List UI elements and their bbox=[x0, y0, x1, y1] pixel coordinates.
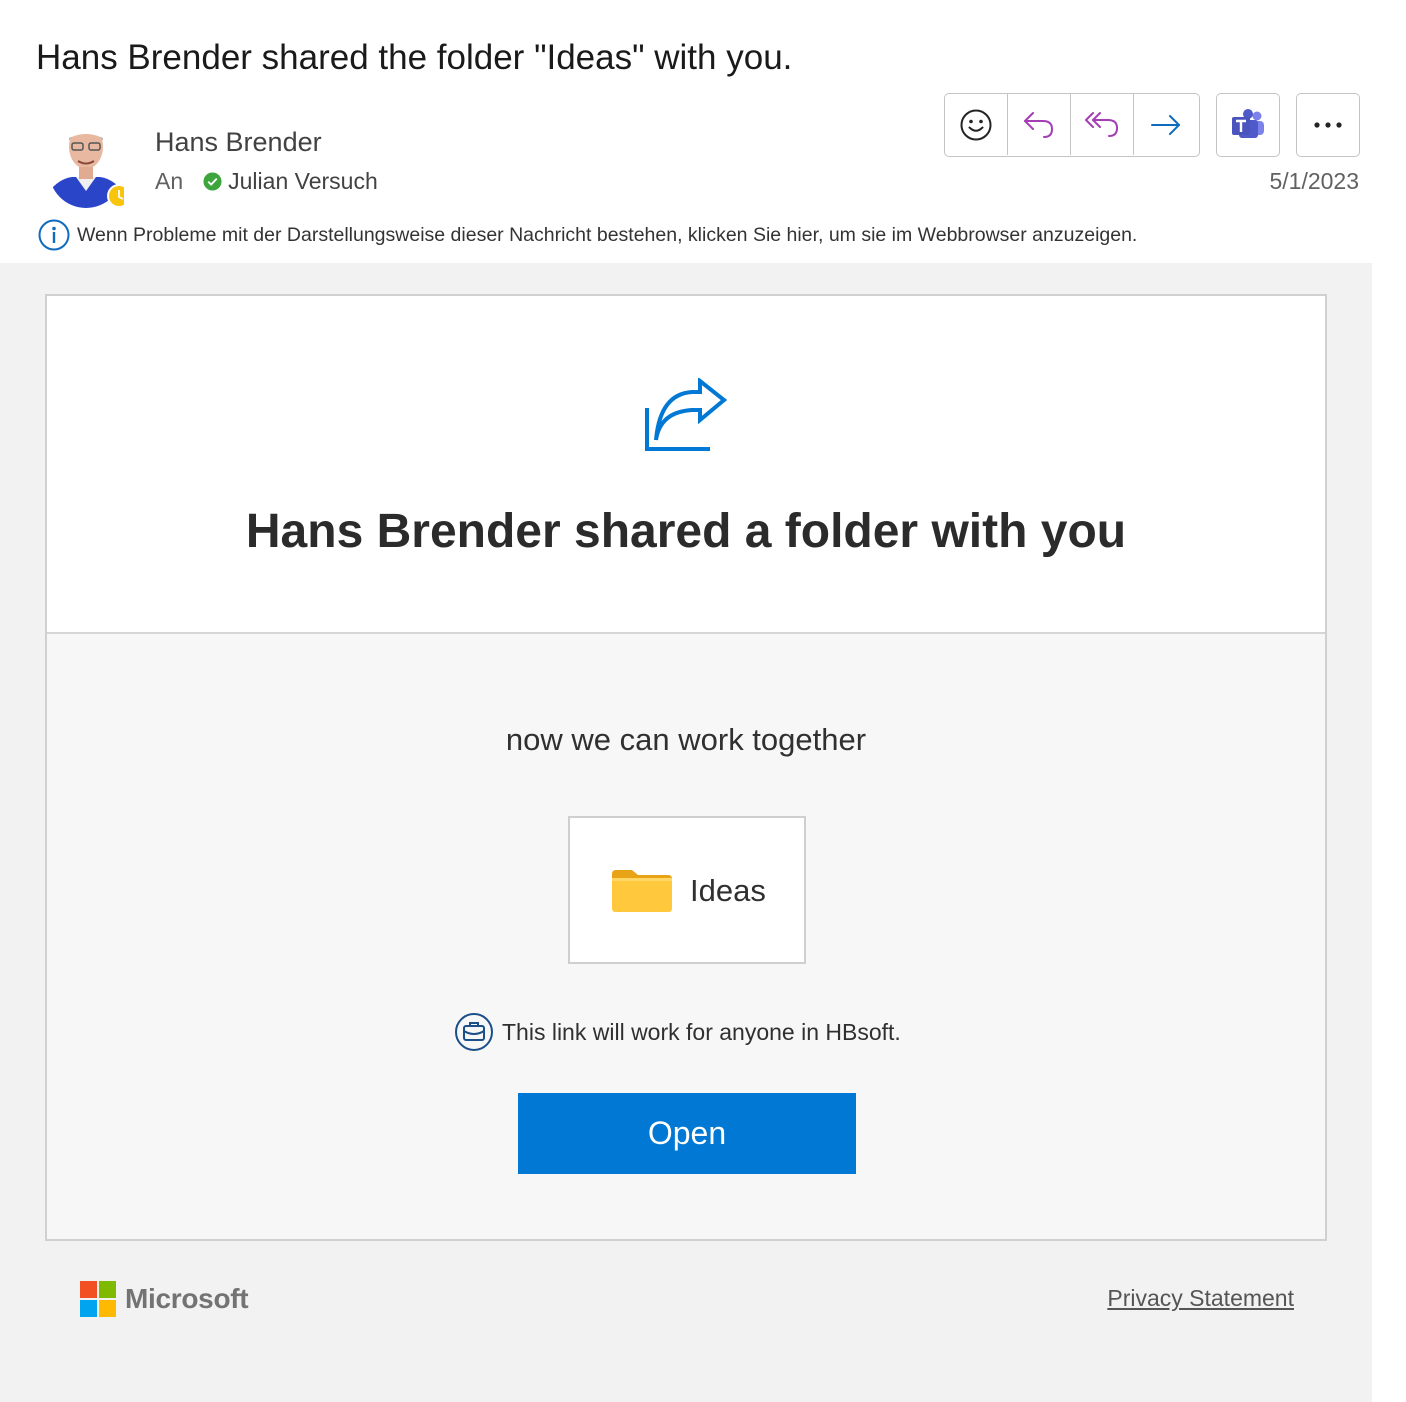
email-body: Hans Brender shared a folder with you no… bbox=[0, 263, 1372, 1402]
more-actions-button[interactable] bbox=[1297, 94, 1359, 155]
microsoft-logo: Microsoft bbox=[80, 1281, 249, 1317]
recipient-row: An Julian Versuch bbox=[155, 168, 378, 195]
react-button[interactable] bbox=[945, 94, 1008, 155]
email-subject: Hans Brender shared the folder "Ideas" w… bbox=[36, 38, 793, 77]
share-message: now we can work together bbox=[505, 722, 867, 757]
card-title: Hans Brender shared a folder with you bbox=[245, 505, 1127, 558]
more-actions-group bbox=[1296, 93, 1360, 157]
info-bar[interactable]: Wenn Probleme mit der Darstellungsweise … bbox=[38, 219, 1137, 251]
recipient-name[interactable]: Julian Versuch bbox=[228, 168, 378, 195]
folder-tile[interactable]: Ideas bbox=[568, 816, 806, 964]
presence-available-icon bbox=[203, 172, 222, 191]
info-icon bbox=[38, 219, 70, 251]
open-button[interactable]: Open bbox=[518, 1093, 856, 1174]
organization-briefcase-icon bbox=[455, 1013, 493, 1051]
more-icon bbox=[1314, 121, 1342, 128]
link-scope-note: This link will work for anyone in HBsoft… bbox=[454, 1012, 901, 1052]
message-actions-group bbox=[944, 93, 1200, 157]
link-scope-text: This link will work for anyone in HBsoft… bbox=[502, 1018, 901, 1045]
reply-button[interactable] bbox=[1008, 94, 1071, 155]
teams-chat-button[interactable] bbox=[1217, 94, 1279, 155]
microsoft-wordmark: Microsoft bbox=[125, 1283, 249, 1314]
teams-icon bbox=[1232, 108, 1264, 138]
forward-button[interactable] bbox=[1134, 94, 1197, 155]
to-label: An bbox=[155, 168, 184, 194]
sender-name[interactable]: Hans Brender bbox=[155, 127, 322, 158]
share-card-header: Hans Brender shared a folder with you bbox=[47, 296, 1325, 634]
reply-all-icon bbox=[1085, 111, 1119, 137]
received-date: 5/1/2023 bbox=[1269, 168, 1359, 194]
reply-icon bbox=[1024, 111, 1054, 138]
smiley-icon bbox=[960, 109, 992, 140]
forward-icon bbox=[1150, 114, 1180, 135]
folder-name[interactable]: Ideas bbox=[690, 873, 766, 909]
privacy-statement-link[interactable]: Privacy Statement bbox=[1107, 1285, 1294, 1312]
teams-button-group bbox=[1216, 93, 1280, 157]
info-bar-text[interactable]: Wenn Probleme mit der Darstellungsweise … bbox=[77, 224, 1137, 247]
sender-avatar[interactable] bbox=[48, 113, 131, 209]
folder-icon bbox=[612, 870, 672, 912]
share-icon bbox=[645, 378, 728, 451]
reply-all-button[interactable] bbox=[1071, 94, 1134, 155]
microsoft-logo-icon bbox=[80, 1281, 116, 1317]
share-card: Hans Brender shared a folder with you no… bbox=[45, 294, 1327, 1241]
